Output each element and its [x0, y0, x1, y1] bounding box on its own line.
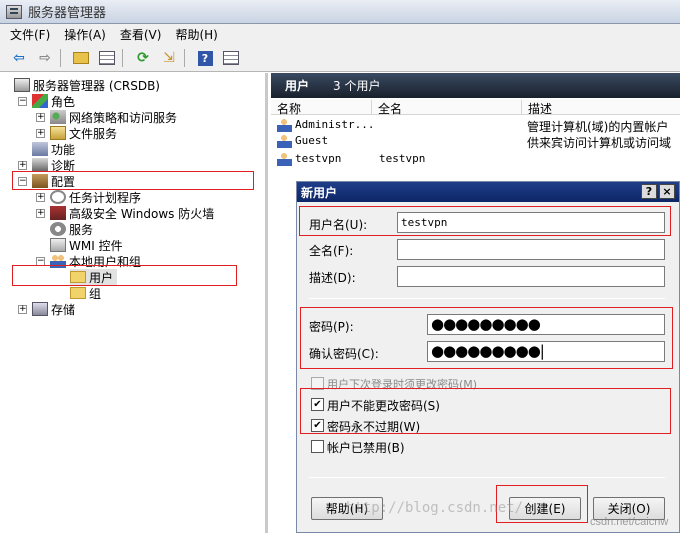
clock-icon	[50, 190, 66, 204]
toolbar-separator	[184, 49, 190, 67]
tree-item-label: 高级安全 Windows 防火墙	[69, 206, 215, 221]
menu-view[interactable]: 查看(V)	[120, 26, 162, 43]
services-gear-icon	[50, 222, 66, 236]
details-count: 3 个用户	[333, 79, 381, 93]
tree-item-label: 角色	[51, 94, 76, 109]
firewall-icon	[50, 206, 66, 220]
dialog-close-x-button[interactable]: ×	[659, 184, 675, 199]
tree-item-features[interactable]: 功能	[32, 141, 75, 157]
navigation-tree: 服务器管理器 (CRSDB) − 角色 + 网络策略和访问服务 + 文件服务 功…	[0, 73, 268, 533]
tree-item-network-policy[interactable]: + 网络策略和访问服务	[36, 109, 177, 125]
forward-arrow-icon[interactable]: ⇨	[34, 47, 56, 69]
server-icon	[14, 78, 30, 92]
back-arrow-icon[interactable]: ⇦	[8, 47, 30, 69]
collapse-icon[interactable]: −	[18, 96, 27, 106]
user-fullname: testvpn	[379, 152, 426, 165]
highlight-box-users	[12, 265, 237, 286]
expand-icon[interactable]: +	[36, 128, 45, 138]
column-header-fullname[interactable]: 全名	[372, 100, 522, 116]
column-header-description[interactable]: 描述	[522, 100, 680, 116]
tree-item-label: 文件服务	[69, 126, 118, 141]
expand-icon[interactable]: +	[36, 208, 45, 218]
tree-item-task-scheduler[interactable]: + 任务计划程序	[36, 189, 141, 205]
highlight-box-username	[299, 206, 671, 236]
tree-item-firewall[interactable]: + 高级安全 Windows 防火墙	[36, 205, 214, 221]
storage-icon	[32, 302, 48, 316]
table-row[interactable]: Administr... 管理计算机(域)的内置帐户	[271, 117, 680, 134]
tree-item-label: 服务器管理器 (CRSDB)	[33, 78, 160, 93]
divider	[309, 477, 665, 478]
column-header-name[interactable]: 名称	[271, 100, 372, 116]
expand-icon[interactable]: +	[18, 160, 27, 170]
watermark: http://blog.csdn.net/	[346, 500, 524, 516]
tree-item-services[interactable]: 服务	[50, 221, 93, 237]
user-icon	[277, 118, 292, 132]
tree-item-label: WMI 控件	[69, 238, 123, 253]
window-titlebar: 服务器管理器	[0, 0, 680, 24]
wmi-icon	[50, 238, 66, 252]
user-icon	[277, 134, 292, 148]
export-icon[interactable]: ⇲	[158, 47, 180, 69]
tree-item-storage[interactable]: + 存储	[18, 301, 75, 317]
expand-icon[interactable]: +	[36, 192, 45, 202]
menu-action[interactable]: 操作(A)	[64, 26, 106, 43]
dialog-titlebar: 新用户 ? ×	[297, 182, 679, 202]
help-icon[interactable]: ?	[194, 47, 216, 69]
column-headers: 名称 全名 描述	[271, 99, 680, 116]
roles-icon	[32, 94, 48, 108]
tree-item-label: 组	[89, 286, 102, 301]
folder-icon	[70, 287, 86, 299]
properties-icon[interactable]	[220, 47, 242, 69]
expand-icon[interactable]: +	[18, 304, 27, 314]
watermark-corner: csdn.net/caicnw	[590, 516, 669, 528]
features-icon	[32, 142, 48, 156]
tree-item-file-services[interactable]: + 文件服务	[36, 125, 117, 141]
menu-help[interactable]: 帮助(H)	[175, 26, 217, 43]
tree-item-label: 功能	[51, 142, 76, 157]
toolbar-separator	[60, 49, 66, 67]
tree-item-groups[interactable]: 组	[70, 285, 101, 301]
show-tree-icon[interactable]	[96, 47, 118, 69]
table-row[interactable]: testvpn testvpn	[271, 151, 680, 167]
user-name: Guest	[295, 134, 329, 147]
menu-file[interactable]: 文件(F)	[10, 26, 50, 43]
highlight-box-options	[300, 388, 671, 434]
user-name: Administr...	[295, 118, 375, 131]
server-manager-icon	[6, 4, 22, 19]
highlight-box-configuration	[12, 171, 254, 190]
user-description: 供来宾访问计算机或访问域	[527, 136, 672, 150]
tree-item-root[interactable]: 服务器管理器 (CRSDB)	[14, 77, 160, 93]
expand-icon[interactable]: +	[36, 112, 45, 122]
tree-item-label: 任务计划程序	[69, 190, 142, 205]
dialog-title: 新用户	[301, 185, 338, 200]
folder-up-icon[interactable]	[70, 47, 92, 69]
refresh-icon[interactable]: ⟳	[132, 47, 154, 69]
diagnostics-icon	[32, 158, 48, 172]
fullname-field[interactable]	[397, 239, 665, 260]
description-field[interactable]	[397, 266, 665, 287]
toolbar: ⇦ ⇨ ⟳ ⇲ ?	[0, 45, 680, 72]
toolbar-separator	[122, 49, 128, 67]
fullname-label: 全名(F):	[309, 244, 354, 258]
description-label: 描述(D):	[309, 271, 356, 285]
file-services-icon	[50, 126, 66, 140]
tree-item-label: 服务	[69, 222, 94, 237]
user-name: testvpn	[295, 152, 342, 165]
highlight-box-password	[300, 307, 673, 369]
window-title: 服务器管理器	[28, 6, 107, 21]
divider	[309, 298, 665, 299]
details-header: 用户 3 个用户	[271, 73, 680, 98]
user-icon	[277, 152, 292, 166]
account-disabled-label: 帐户已禁用(B)	[327, 441, 405, 455]
table-row[interactable]: Guest 供来宾访问计算机或访问域	[271, 133, 680, 150]
tree-item-label: 存储	[51, 302, 76, 317]
tree-item-label: 网络策略和访问服务	[69, 110, 178, 125]
tree-item-wmi[interactable]: WMI 控件	[50, 237, 123, 253]
dialog-help-button[interactable]: ?	[641, 184, 657, 199]
details-title: 用户	[285, 79, 310, 93]
tree-item-roles[interactable]: − 角色	[18, 93, 75, 109]
network-policy-icon	[50, 110, 66, 124]
menu-bar: 文件(F) 操作(A) 查看(V) 帮助(H)	[0, 24, 680, 45]
account-disabled-checkbox[interactable]	[311, 440, 324, 453]
